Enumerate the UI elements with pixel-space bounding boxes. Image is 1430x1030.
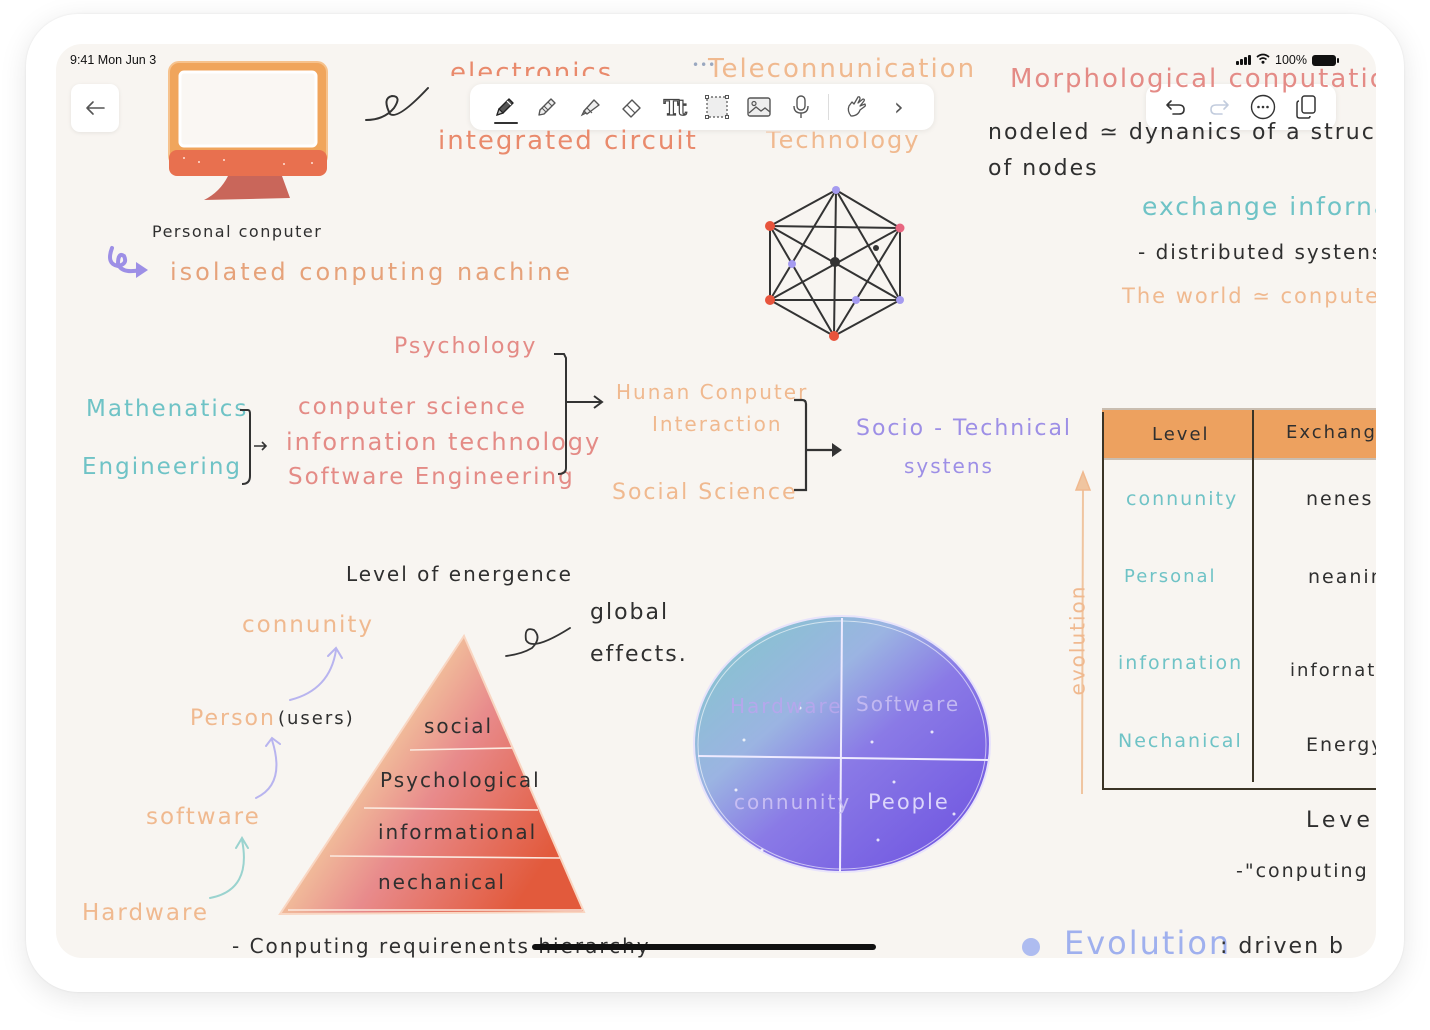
selection-icon bbox=[704, 95, 729, 119]
toolbar-divider bbox=[828, 94, 830, 120]
note-effects: effects. bbox=[590, 642, 688, 667]
computer-drawing bbox=[168, 61, 328, 200]
undo-icon bbox=[1165, 100, 1185, 115]
note-modeled-dynamics: nodeled ≃ dynanics of a structu bbox=[988, 120, 1376, 145]
note-evolution: Evolution bbox=[1064, 924, 1232, 958]
table-cell-level: connunity bbox=[1126, 488, 1239, 510]
pen-icon bbox=[496, 98, 514, 116]
drawing-toolbar: Tt › bbox=[470, 84, 934, 130]
touch-tool[interactable] bbox=[835, 87, 877, 127]
curly-arrow-icon bbox=[108, 246, 148, 278]
table-header-level: Level bbox=[1152, 424, 1210, 445]
table-column-divider bbox=[1252, 410, 1254, 782]
note-psychology: Psychology bbox=[394, 334, 538, 359]
table-left-border bbox=[1102, 412, 1104, 790]
table-cell-exchange: neanin bbox=[1308, 566, 1376, 588]
image-icon bbox=[747, 97, 771, 117]
levels-table: Level Exchang connunity nenes Personal n… bbox=[1102, 408, 1376, 792]
table-cell-level: Personal bbox=[1124, 566, 1217, 587]
microphone-icon bbox=[793, 95, 809, 118]
note-telecommunication: Teleconnunication bbox=[708, 54, 977, 84]
note-morphological-computation: Morphological conputation bbox=[1010, 64, 1376, 94]
circle-quadrant-people: People bbox=[868, 790, 950, 814]
note-distributed-systems: - distributed systens bbox=[1138, 240, 1376, 264]
ellipsis-circle-icon bbox=[1250, 94, 1275, 120]
pencil-tool[interactable] bbox=[526, 87, 568, 127]
arrow-up-icon-3 bbox=[209, 836, 249, 899]
note-engineering: Engineering bbox=[82, 454, 242, 480]
note-hci-line1: Hunan Conputer bbox=[616, 380, 809, 404]
squiggle-decoration bbox=[365, 87, 429, 121]
table-cell-level: infornation bbox=[1118, 652, 1244, 674]
table-cell-exchange: Energy bbox=[1306, 734, 1376, 756]
note-socio-technical: Socio - Technical bbox=[856, 416, 1073, 441]
eraser-icon bbox=[622, 99, 641, 118]
chevron-right-icon: › bbox=[894, 93, 904, 121]
text-tool[interactable]: Tt bbox=[653, 87, 695, 127]
circle-quadrant-software: Software bbox=[856, 692, 961, 716]
note-world-computer: The world ≃ conputer bbox=[1122, 284, 1376, 308]
pyramid-layer-mechanical: nechanical bbox=[378, 870, 506, 894]
note-driven-by: : driven b bbox=[1220, 934, 1345, 958]
quadrant-circle bbox=[693, 615, 991, 873]
redo-icon bbox=[1210, 100, 1230, 115]
table-header-exchange: Exchang bbox=[1286, 422, 1376, 443]
note-isolated-computing: isolated conputing nachine bbox=[170, 258, 573, 286]
pyramid-layer-psychological: Psychological bbox=[380, 768, 541, 792]
note-systems: systens bbox=[904, 454, 994, 478]
table-cell-exchange: infornati bbox=[1290, 660, 1376, 681]
table-bottom-border bbox=[1102, 788, 1376, 790]
status-time: 9:41 Mon Jun 3 bbox=[70, 53, 157, 67]
note-person: Person bbox=[190, 706, 276, 731]
evolution-axis-label: evolution bbox=[1065, 584, 1090, 696]
back-button[interactable] bbox=[71, 84, 119, 132]
note-computing-quote: -"conputing i bbox=[1236, 860, 1376, 882]
copy-pages-icon bbox=[1296, 95, 1316, 119]
notes-canvas[interactable]: 9:41 Mon Jun 3 100% ••• Tt › Personal co… bbox=[56, 44, 1376, 958]
lasso-tool[interactable] bbox=[695, 87, 737, 127]
bracket-hci-social bbox=[794, 398, 842, 492]
note-software-engineering: Software Engineering bbox=[288, 464, 575, 490]
circle-quadrant-community: connunity bbox=[734, 790, 852, 814]
table-cell-exchange: nenes bbox=[1306, 488, 1374, 510]
home-indicator[interactable] bbox=[532, 944, 876, 950]
highlighter-tool[interactable] bbox=[569, 87, 611, 127]
note-level-of-emergence: Level of energence bbox=[346, 562, 573, 586]
hand-pointer-icon bbox=[847, 96, 866, 117]
note-of-nodes: of nodes bbox=[988, 156, 1099, 181]
note-mathematics: Mathenatics bbox=[86, 396, 249, 422]
pen-tool[interactable] bbox=[484, 87, 526, 127]
note-personal-computer: Personal conputer bbox=[152, 222, 323, 241]
eraser-tool[interactable] bbox=[611, 87, 653, 127]
bracket-math-eng bbox=[240, 409, 268, 485]
pyramid-layer-informational: informational bbox=[378, 820, 538, 844]
text-icon: Tt bbox=[663, 94, 688, 120]
note-hci-line2: Interaction bbox=[652, 412, 783, 436]
note-global: global bbox=[590, 600, 670, 625]
note-level: Level bbox=[1306, 808, 1376, 833]
pencil-icon bbox=[538, 98, 557, 116]
more-tools-button[interactable]: › bbox=[878, 87, 920, 127]
note-exchange-information: exchange inforna bbox=[1142, 192, 1376, 221]
note-software: software bbox=[146, 804, 261, 830]
highlighter-icon bbox=[580, 99, 600, 117]
arrow-left-icon bbox=[86, 101, 105, 115]
note-hardware: Hardware bbox=[82, 900, 210, 926]
microphone-tool[interactable] bbox=[780, 87, 822, 127]
bullet-dot bbox=[1022, 938, 1040, 956]
circle-quadrant-hardware: Hardware bbox=[730, 694, 843, 718]
note-technology: Technology bbox=[766, 126, 921, 154]
pyramid-layer-social: social bbox=[424, 714, 494, 738]
image-tool[interactable] bbox=[738, 87, 780, 127]
note-computer-science: conputer science bbox=[298, 394, 527, 420]
note-integrated-circuit: integrated circuit bbox=[438, 126, 698, 156]
network-graph-drawing bbox=[765, 186, 905, 341]
table-cell-level: Nechanical bbox=[1118, 730, 1243, 752]
note-social-science: Social Science bbox=[612, 480, 798, 505]
bracket-disciplines bbox=[554, 353, 604, 475]
